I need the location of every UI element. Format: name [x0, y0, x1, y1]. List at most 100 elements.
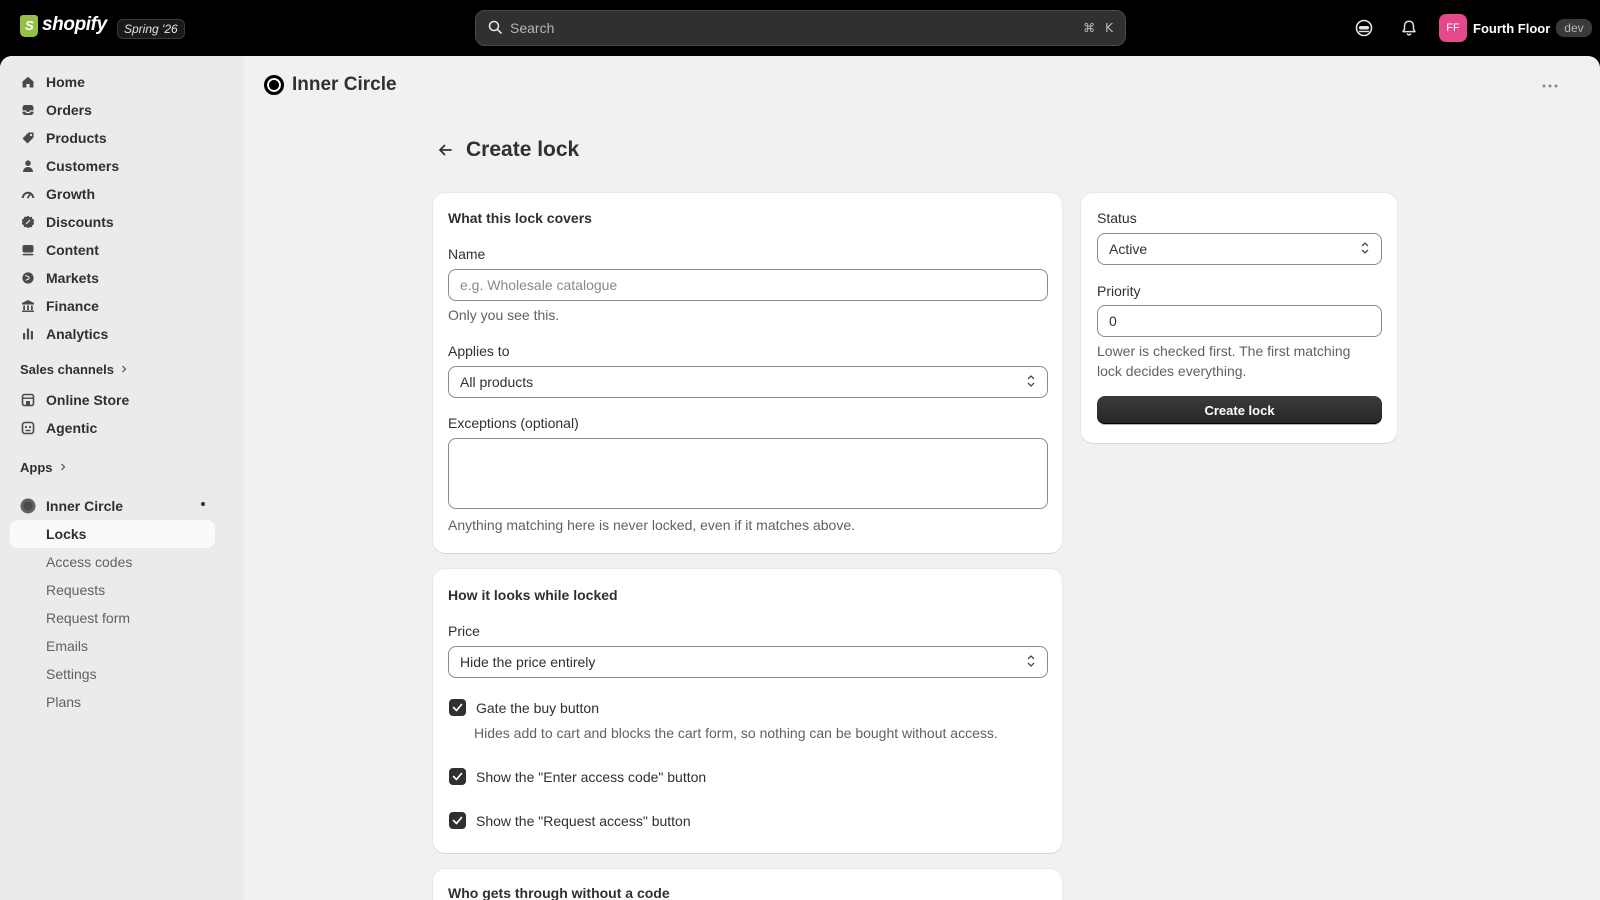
sidebar-subitem-plans[interactable]: Plans	[10, 688, 215, 716]
sidebar-item-inner-circle[interactable]: Inner Circle	[10, 492, 215, 520]
priority-input[interactable]	[1109, 313, 1370, 329]
apps-header[interactable]: Apps	[20, 460, 67, 475]
gate-buy-button-label: Gate the buy button	[476, 699, 599, 716]
sidebar-item-orders[interactable]: Orders	[10, 96, 215, 124]
home-icon	[20, 74, 36, 90]
applies-to-value: All products	[460, 374, 534, 390]
card-title: How it looks while locked	[448, 587, 618, 603]
sidebar-item-online-store[interactable]: Online Store	[10, 386, 215, 414]
store-icon	[20, 392, 36, 408]
locked-appearance-card: How it looks while locked Price Hide the…	[433, 569, 1062, 853]
sidebar-item-agentic[interactable]: Agentic	[10, 414, 215, 442]
access-code-label: Show the "Enter access code" button	[476, 768, 707, 785]
access-code-checkbox-row[interactable]: Show the "Enter access code" button	[449, 768, 706, 785]
shopify-bag-icon	[20, 15, 38, 37]
page-title: Create lock	[466, 138, 580, 161]
card-title: What this lock covers	[448, 210, 592, 226]
bell-icon[interactable]	[1397, 16, 1421, 40]
gauge-icon	[20, 186, 36, 202]
price-select[interactable]: Hide the price entirely	[448, 646, 1048, 678]
create-lock-button[interactable]: Create lock	[1097, 396, 1382, 424]
request-access-checkbox[interactable]	[449, 812, 466, 829]
sidebar-item-label: Orders	[46, 102, 92, 118]
name-field[interactable]	[448, 269, 1048, 301]
priority-label: Priority	[1097, 283, 1141, 299]
account-menu[interactable]: FF Fourth Floor dev	[1439, 14, 1592, 42]
shopify-logo[interactable]: shopify	[20, 14, 107, 37]
sidebar-subitem-access-codes[interactable]: Access codes	[10, 548, 215, 576]
sidebar-item-home[interactable]: Home	[10, 68, 215, 96]
sidebar-item-content[interactable]: Content	[10, 236, 215, 264]
globe-icon	[20, 270, 36, 286]
gate-buy-button-checkbox-row[interactable]: Gate the buy button	[449, 699, 599, 716]
gate-buy-button-checkbox[interactable]	[449, 699, 466, 716]
store-name: Fourth Floor	[1473, 20, 1551, 36]
sidebar-item-products[interactable]: Products	[10, 124, 215, 152]
gate-buy-button-help: Hides add to cart and blocks the cart fo…	[474, 725, 998, 741]
sidebar-subitem-locks[interactable]: Locks	[10, 520, 215, 548]
search-icon	[488, 20, 502, 37]
exceptions-help-text: Anything matching here is never locked, …	[448, 517, 855, 533]
sidebar-item-label: Growth	[46, 186, 95, 202]
release-badge[interactable]: Spring '26	[117, 19, 185, 39]
more-actions-icon[interactable]	[1536, 74, 1564, 98]
app-logo-icon	[264, 75, 284, 95]
request-access-label: Show the "Request access" button	[476, 812, 691, 829]
sidebar-item-discounts[interactable]: Discounts	[10, 208, 215, 236]
sidebar-item-analytics[interactable]: Analytics	[10, 320, 215, 348]
app-header: Inner Circle	[264, 74, 397, 96]
person-icon	[20, 158, 36, 174]
lock-coverage-card: What this lock covers Name Only you see …	[433, 193, 1062, 553]
sidebar-item-label: Markets	[46, 270, 99, 286]
sidebar-item-label: Agentic	[46, 420, 98, 436]
name-label: Name	[448, 246, 486, 262]
search-input[interactable]	[510, 20, 1074, 36]
access-code-checkbox[interactable]	[449, 768, 466, 785]
avatar: FF	[1439, 14, 1467, 42]
inbox-icon	[20, 102, 36, 118]
status-select[interactable]: Active	[1097, 233, 1382, 265]
discount-icon	[20, 214, 36, 230]
name-help-text: Only you see this.	[448, 307, 560, 323]
sidebar-subitem-emails[interactable]: Emails	[10, 632, 215, 660]
sales-channels-header[interactable]: Sales channels	[20, 362, 128, 377]
price-value: Hide the price entirely	[460, 654, 596, 670]
sidebar-item-customers[interactable]: Customers	[10, 152, 215, 180]
sidebar-item-label: Inner Circle	[46, 498, 124, 514]
exceptions-textarea[interactable]	[448, 438, 1048, 509]
request-access-checkbox-row[interactable]: Show the "Request access" button	[449, 812, 691, 829]
sidebar-item-label: Home	[46, 74, 85, 90]
sidebar-subitem-requests[interactable]: Requests	[10, 576, 215, 604]
applies-to-select[interactable]: All products	[448, 366, 1048, 398]
status-label: Status	[1097, 210, 1137, 226]
chevron-right-icon	[120, 362, 128, 377]
select-chevron-icon	[1026, 654, 1036, 671]
bypass-card: Who gets through without a code	[433, 869, 1062, 900]
applies-to-label: Applies to	[448, 343, 510, 359]
status-value: Active	[1109, 241, 1148, 257]
shortcut-cmd-key: ⌘	[1083, 21, 1096, 35]
sidebar-item-markets[interactable]: Markets	[10, 264, 215, 292]
search-bar[interactable]: ⌘ K	[475, 10, 1126, 46]
sales-channels-label: Sales channels	[20, 362, 114, 377]
sidekick-icon[interactable]	[1352, 16, 1376, 40]
back-arrow-icon[interactable]	[434, 139, 456, 161]
sidebar-item-label: Customers	[46, 158, 120, 174]
priority-field[interactable]	[1097, 305, 1382, 337]
sidebar-item-label: Content	[46, 242, 99, 258]
sidebar-item-finance[interactable]: Finance	[10, 292, 215, 320]
pin-dot-icon[interactable]	[201, 502, 205, 506]
sidebar-item-label: Online Store	[46, 392, 130, 408]
select-chevron-icon	[1360, 241, 1370, 258]
select-chevron-icon	[1026, 374, 1036, 391]
bar-chart-icon	[20, 326, 36, 342]
sidebar-item-growth[interactable]: Growth	[10, 180, 215, 208]
sidebar-subitem-settings[interactable]: Settings	[10, 660, 215, 688]
sidebar-subitem-request-form[interactable]: Request form	[10, 604, 215, 632]
logo-text: shopify	[42, 14, 107, 35]
name-input[interactable]	[460, 277, 1036, 293]
env-badge: dev	[1556, 19, 1592, 37]
robot-icon	[20, 420, 36, 436]
status-card: Status Active Priority Lower is checked …	[1081, 193, 1397, 443]
tag-icon	[20, 130, 36, 146]
